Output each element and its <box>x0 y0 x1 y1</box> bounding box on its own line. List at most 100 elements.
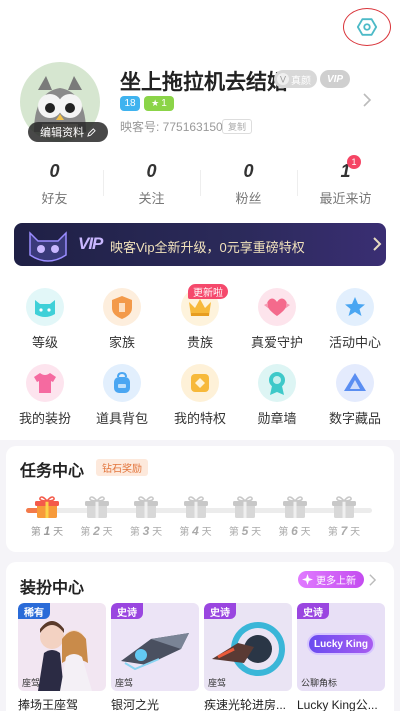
tier-badge: 稀有 <box>18 603 50 619</box>
dress-item-name: 银河之光 <box>111 698 160 711</box>
more-new-button[interactable]: 更多上新 <box>298 571 364 588</box>
gift-box-icon[interactable] <box>84 495 110 519</box>
medal-icon <box>258 364 296 402</box>
lucky-king-badge-text: Lucky King <box>314 638 368 650</box>
task-center-title: 任务中心 <box>20 463 85 480</box>
edit-profile-button[interactable]: 编辑资料 <box>28 122 108 142</box>
sparkle-icon <box>302 574 313 585</box>
stat-label: 关注 <box>138 191 165 206</box>
feature-label: 勋章墙 <box>257 411 297 426</box>
dress-item-card[interactable]: 史诗 座驾 疾速光轮进房... <box>204 603 292 711</box>
gift-box-icon[interactable] <box>133 495 159 519</box>
dress-item-name: 疾速光轮进房... <box>204 698 287 711</box>
level-badge: 18 <box>120 96 140 111</box>
dress-item-card[interactable]: 史诗 座驾 银河之光 <box>111 603 199 711</box>
user-id: 映客号: 775163150 <box>120 120 223 134</box>
verified-icon: V <box>277 73 289 85</box>
gift-box-icon[interactable] <box>331 495 357 519</box>
dress-item-card[interactable]: Lucky King 史诗 公聊角标 Lucky King公... <box>297 603 385 711</box>
chevron-right-icon[interactable] <box>368 573 377 587</box>
gift-box-icon[interactable] <box>183 495 209 519</box>
diamond-icon <box>181 364 219 402</box>
feature-my-privileges[interactable]: 我的特权 <box>161 364 239 434</box>
collection-icon <box>336 364 374 402</box>
verified-tag: V 真颜 <box>274 70 317 88</box>
feature-activity-center[interactable]: 活动中心 <box>316 288 394 358</box>
feature-label: 贵族 <box>186 335 213 350</box>
star-badge: ★ 1 <box>144 96 174 111</box>
dress-item-card[interactable]: 稀有 座驾 捧场王座驾 <box>18 603 106 711</box>
star-icon: ★ <box>151 98 160 108</box>
star-badge-count: 1 <box>161 98 167 109</box>
more-new-label: 更多上新 <box>316 576 356 587</box>
gift-box-icon[interactable] <box>232 495 258 519</box>
vip-logo: VIP <box>78 234 103 253</box>
stat-label: 最近来访 <box>319 191 372 206</box>
stat-following[interactable]: 0 关注 <box>103 160 200 210</box>
shield-icon <box>103 288 141 326</box>
dress-item-name: 捧场王座驾 <box>18 698 79 711</box>
svg-text:V: V <box>280 75 286 85</box>
recent-visit-badge: 1 <box>347 155 361 169</box>
feature-level[interactable]: 等级 <box>6 288 84 358</box>
cat-face-icon <box>26 288 64 326</box>
dress-item-thumbnail: 稀有 座驾 <box>18 603 106 691</box>
item-type: 公聊角标 <box>301 678 338 688</box>
feature-label: 真爱守护 <box>250 335 303 350</box>
stat-count: 0 <box>49 161 60 181</box>
feature-label: 家族 <box>108 335 135 350</box>
gift-box-icon[interactable] <box>34 495 60 519</box>
feature-family[interactable]: 家族 <box>83 288 161 358</box>
day-label: 第 5 天 <box>228 524 262 538</box>
tshirt-icon <box>26 364 64 402</box>
feature-medal-wall[interactable]: 勋章墙 <box>238 364 316 434</box>
gift-box-icon[interactable] <box>282 495 308 519</box>
dress-item-thumbnail: 史诗 座驾 <box>204 603 292 691</box>
feature-label: 我的装扮 <box>18 411 71 426</box>
feature-grid: 等级 家族 贵族 真爱守护 活动中心 我的装扮 道具背包 我的特权 勋章墙 数字… <box>6 284 394 434</box>
star-icon <box>336 288 374 326</box>
feature-label: 数字藏品 <box>328 411 381 426</box>
feature-digital-collections[interactable]: 数字藏品 <box>316 364 394 434</box>
heart-icon <box>258 288 296 326</box>
tier-badge: 史诗 <box>297 603 329 619</box>
chevron-right-icon <box>373 237 382 251</box>
settings-button[interactable] <box>343 8 391 46</box>
item-type: 座驾 <box>115 678 134 688</box>
stat-count: 1 <box>340 161 351 181</box>
verified-tag-label: 真颜 <box>291 75 311 87</box>
tier-badge: 史诗 <box>204 603 236 619</box>
feature-my-dress-up[interactable]: 我的装扮 <box>6 364 84 434</box>
vip-tag: VIP <box>320 70 350 88</box>
feature-label: 我的特权 <box>173 411 226 426</box>
day-label: 第 7 天 <box>327 524 361 538</box>
tier-badge: 史诗 <box>111 603 143 619</box>
dress-item-thumbnail: 史诗 座驾 <box>111 603 199 691</box>
lucky-king-badge: Lucky King <box>307 633 375 655</box>
nobility-new-tag: 更新啦 <box>188 284 228 299</box>
edit-profile-label: 编辑资料 <box>40 127 84 139</box>
diamond-reward-tag: 钻石奖励 <box>96 459 148 476</box>
backpack-icon <box>103 364 141 402</box>
settings-icon <box>356 18 378 36</box>
day-label: 第 1 天 <box>30 524 64 538</box>
feature-true-love-guard[interactable]: 真爱守护 <box>238 288 316 358</box>
vip-mascot-icon <box>29 231 67 262</box>
stat-recent-visitors[interactable]: 1 最近来访 <box>297 160 394 210</box>
stat-fans[interactable]: 0 粉丝 <box>200 160 297 210</box>
chevron-right-icon[interactable] <box>362 92 372 108</box>
day-label: 第 2 天 <box>80 524 113 538</box>
nickname: 坐上拖拉机去结婚 <box>120 71 288 94</box>
day-label: 第 6 天 <box>278 524 311 538</box>
dress-item-thumbnail: Lucky King 史诗 公聊角标 <box>297 603 385 691</box>
vip-banner[interactable]: VIP 映客Vip全新升级，0元享重磅特权 <box>14 223 386 266</box>
stat-friends[interactable]: 0 好友 <box>6 160 103 210</box>
copy-id-button[interactable]: 复制 <box>222 119 253 134</box>
dress-item-name: Lucky King公... <box>297 698 378 711</box>
feature-prop-backpack[interactable]: 道具背包 <box>83 364 161 434</box>
item-type: 座驾 <box>208 678 227 688</box>
item-type: 座驾 <box>22 678 41 688</box>
stat-count: 0 <box>146 161 157 181</box>
day-label: 第 3 天 <box>129 524 163 538</box>
feature-label: 等级 <box>31 335 58 350</box>
